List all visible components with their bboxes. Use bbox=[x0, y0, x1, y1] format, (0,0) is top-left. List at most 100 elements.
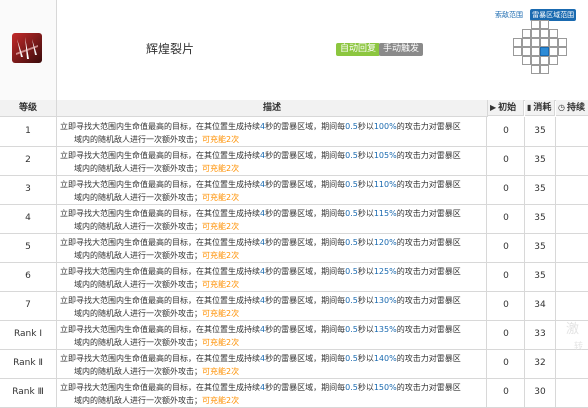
charges-text: 可充能2次 bbox=[202, 193, 240, 202]
desc-part: 域内的随机敌人进行一次额外攻击； bbox=[74, 396, 202, 405]
desc-part: 秒以 bbox=[357, 267, 374, 276]
skill-name-cell: 辉煌裂片 自动回复 手动触发 bbox=[56, 0, 489, 101]
range-square bbox=[540, 56, 549, 65]
table-row: 3 立即寻找大范围内生命值最高的目标，在其位置生成持续4秒的雷暴区域，期间每0.5… bbox=[0, 175, 588, 205]
description-line-2: 域内的随机敌人进行一次额外攻击；可充能2次 bbox=[74, 162, 239, 175]
desc-part: 立即寻找大范围内生命值最高的目标，在其位置生成持续 bbox=[60, 151, 260, 160]
table-row: 1 立即寻找大范围内生命值最高的目标，在其位置生成持续4秒的雷暴区域，期间每0.5… bbox=[0, 117, 588, 147]
table-row: Rank Ⅰ 立即寻找大范围内生命值最高的目标，在其位置生成持续4秒的雷暴区域，期… bbox=[0, 320, 588, 350]
desc-part: 0.5 bbox=[345, 296, 358, 305]
desc-part: 秒的雷暴区域，期间每 bbox=[265, 151, 346, 160]
desc-part: 域内的随机敌人进行一次额外攻击； bbox=[74, 251, 202, 260]
charges-text: 可充能2次 bbox=[202, 280, 240, 289]
desc-part: 立即寻找大范围内生命值最高的目标，在其位置生成持续 bbox=[60, 354, 260, 363]
header-duration: ◷ 持续 bbox=[556, 100, 588, 116]
initial-cell: 0 bbox=[488, 262, 525, 291]
level-cell: Rank Ⅲ bbox=[0, 378, 57, 407]
description-line-1: 立即寻找大范围内生命值最高的目标，在其位置生成持续4秒的雷暴区域，期间每0.5秒… bbox=[60, 294, 461, 307]
range-square bbox=[531, 56, 540, 65]
duration-cell bbox=[556, 349, 588, 378]
desc-part: 秒以 bbox=[357, 325, 374, 334]
duration-cell bbox=[556, 233, 588, 262]
desc-part: 120% bbox=[373, 238, 397, 247]
desc-part: 秒以 bbox=[357, 354, 374, 363]
desc-part: 秒的雷暴区域，期间每 bbox=[265, 354, 346, 363]
desc-part: 的攻击力对雷暴区 bbox=[396, 354, 461, 363]
desc-part: 150% bbox=[373, 383, 397, 392]
duration-cell bbox=[556, 175, 588, 204]
manual-trigger-tag: 手动触发 bbox=[379, 43, 424, 56]
description-line-2: 域内的随机敌人进行一次额外攻击；可充能2次 bbox=[74, 365, 239, 378]
range-square bbox=[531, 47, 540, 56]
range-square bbox=[531, 29, 540, 38]
description-line-1: 立即寻找大范围内生命值最高的目标，在其位置生成持续4秒的雷暴区域，期间每0.5秒… bbox=[60, 323, 461, 336]
description-cell: 立即寻找大范围内生命值最高的目标，在其位置生成持续4秒的雷暴区域，期间每0.5秒… bbox=[57, 320, 487, 349]
desc-part: 立即寻找大范围内生命值最高的目标，在其位置生成持续 bbox=[60, 296, 260, 305]
description-cell: 立即寻找大范围内生命值最高的目标，在其位置生成持续4秒的雷暴区域，期间每0.5秒… bbox=[57, 262, 487, 291]
desc-part: 的攻击力对雷暴区 bbox=[396, 383, 461, 392]
initial-cell: 0 bbox=[488, 349, 525, 378]
range-square bbox=[540, 20, 549, 29]
range-square bbox=[549, 47, 558, 56]
bolt-icon: ▮ bbox=[527, 103, 532, 112]
desc-part: 140% bbox=[373, 354, 397, 363]
desc-part: 域内的随机敌人进行一次额外攻击； bbox=[74, 338, 202, 347]
cost-cell: 33 bbox=[525, 320, 556, 349]
level-cell: Rank Ⅱ bbox=[0, 349, 57, 378]
description-cell: 立即寻找大范围内生命值最高的目标，在其位置生成持续4秒的雷暴区域，期间每0.5秒… bbox=[57, 146, 487, 175]
initial-cell: 0 bbox=[488, 291, 525, 320]
table-row: Rank Ⅲ 立即寻找大范围内生命值最高的目标，在其位置生成持续4秒的雷暴区域，期… bbox=[0, 378, 588, 408]
desc-part: 的攻击力对雷暴区 bbox=[396, 267, 461, 276]
initial-cell: 0 bbox=[488, 378, 525, 407]
desc-part: 域内的随机敌人进行一次额外攻击； bbox=[74, 193, 202, 202]
desc-part: 105% bbox=[373, 151, 397, 160]
desc-part: 立即寻找大范围内生命值最高的目标，在其位置生成持续 bbox=[60, 180, 260, 189]
desc-part: 秒以 bbox=[357, 383, 374, 392]
description-line-2: 域内的随机敌人进行一次额外攻击；可充能2次 bbox=[74, 249, 239, 262]
level-cell: 4 bbox=[0, 204, 57, 233]
description-cell: 立即寻找大范围内生命值最高的目标，在其位置生成持续4秒的雷暴区域，期间每0.5秒… bbox=[57, 378, 487, 407]
description-line-2: 域内的随机敌人进行一次额外攻击；可充能2次 bbox=[74, 394, 239, 407]
clock-icon: ◷ bbox=[558, 103, 565, 112]
desc-part: 立即寻找大范围内生命值最高的目标，在其位置生成持续 bbox=[60, 383, 260, 392]
description-line-1: 立即寻找大范围内生命值最高的目标，在其位置生成持续4秒的雷暴区域，期间每0.5秒… bbox=[60, 265, 461, 278]
desc-part: 秒以 bbox=[357, 296, 374, 305]
desc-part: 秒的雷暴区域，期间每 bbox=[265, 238, 346, 247]
desc-part: 100% bbox=[373, 122, 397, 131]
desc-part: 0.5 bbox=[345, 122, 358, 131]
description-line-2: 域内的随机敌人进行一次额外攻击；可充能2次 bbox=[74, 307, 239, 320]
description-line-1: 立即寻找大范围内生命值最高的目标，在其位置生成持续4秒的雷暴区域，期间每0.5秒… bbox=[60, 381, 461, 394]
desc-part: 135% bbox=[373, 325, 397, 334]
initial-cell: 0 bbox=[488, 204, 525, 233]
play-icon: ▶ bbox=[490, 103, 497, 112]
desc-part: 秒的雷暴区域，期间每 bbox=[265, 296, 346, 305]
range-square bbox=[531, 65, 540, 74]
description-line-1: 立即寻找大范围内生命值最高的目标，在其位置生成持续4秒的雷暴区域，期间每0.5秒… bbox=[60, 178, 461, 191]
desc-part: 0.5 bbox=[345, 209, 358, 218]
initial-cell: 0 bbox=[488, 146, 525, 175]
initial-cell: 0 bbox=[488, 233, 525, 262]
desc-part: 秒的雷暴区域，期间每 bbox=[265, 180, 346, 189]
range-square bbox=[522, 29, 531, 38]
description-cell: 立即寻找大范围内生命值最高的目标，在其位置生成持续4秒的雷暴区域，期间每0.5秒… bbox=[57, 117, 487, 146]
desc-part: 0.5 bbox=[345, 383, 358, 392]
charges-text: 可充能2次 bbox=[202, 367, 240, 376]
table-row: 2 立即寻找大范围内生命值最高的目标，在其位置生成持续4秒的雷暴区域，期间每0.5… bbox=[0, 146, 588, 176]
range-square bbox=[522, 47, 531, 56]
tab-attack-range[interactable]: 索敌范围 bbox=[493, 9, 525, 21]
skill-name: 辉煌裂片 bbox=[146, 42, 195, 56]
desc-part: 域内的随机敌人进行一次额外攻击； bbox=[74, 280, 202, 289]
range-square bbox=[549, 29, 558, 38]
level-cell: 3 bbox=[0, 175, 57, 204]
cost-cell: 32 bbox=[525, 349, 556, 378]
table-row: 7 立即寻找大范围内生命值最高的目标，在其位置生成持续4秒的雷暴区域，期间每0.5… bbox=[0, 291, 588, 321]
desc-part: 130% bbox=[373, 296, 397, 305]
charges-text: 可充能2次 bbox=[202, 135, 240, 144]
duration-cell bbox=[556, 146, 588, 175]
description-line-1: 立即寻找大范围内生命值最高的目标，在其位置生成持续4秒的雷暴区域，期间每0.5秒… bbox=[60, 149, 461, 162]
range-square bbox=[531, 38, 540, 47]
cost-cell: 35 bbox=[525, 233, 556, 262]
level-cell: Rank Ⅰ bbox=[0, 320, 57, 349]
header-cost-label: 消耗 bbox=[533, 103, 552, 113]
desc-part: 秒以 bbox=[357, 238, 374, 247]
